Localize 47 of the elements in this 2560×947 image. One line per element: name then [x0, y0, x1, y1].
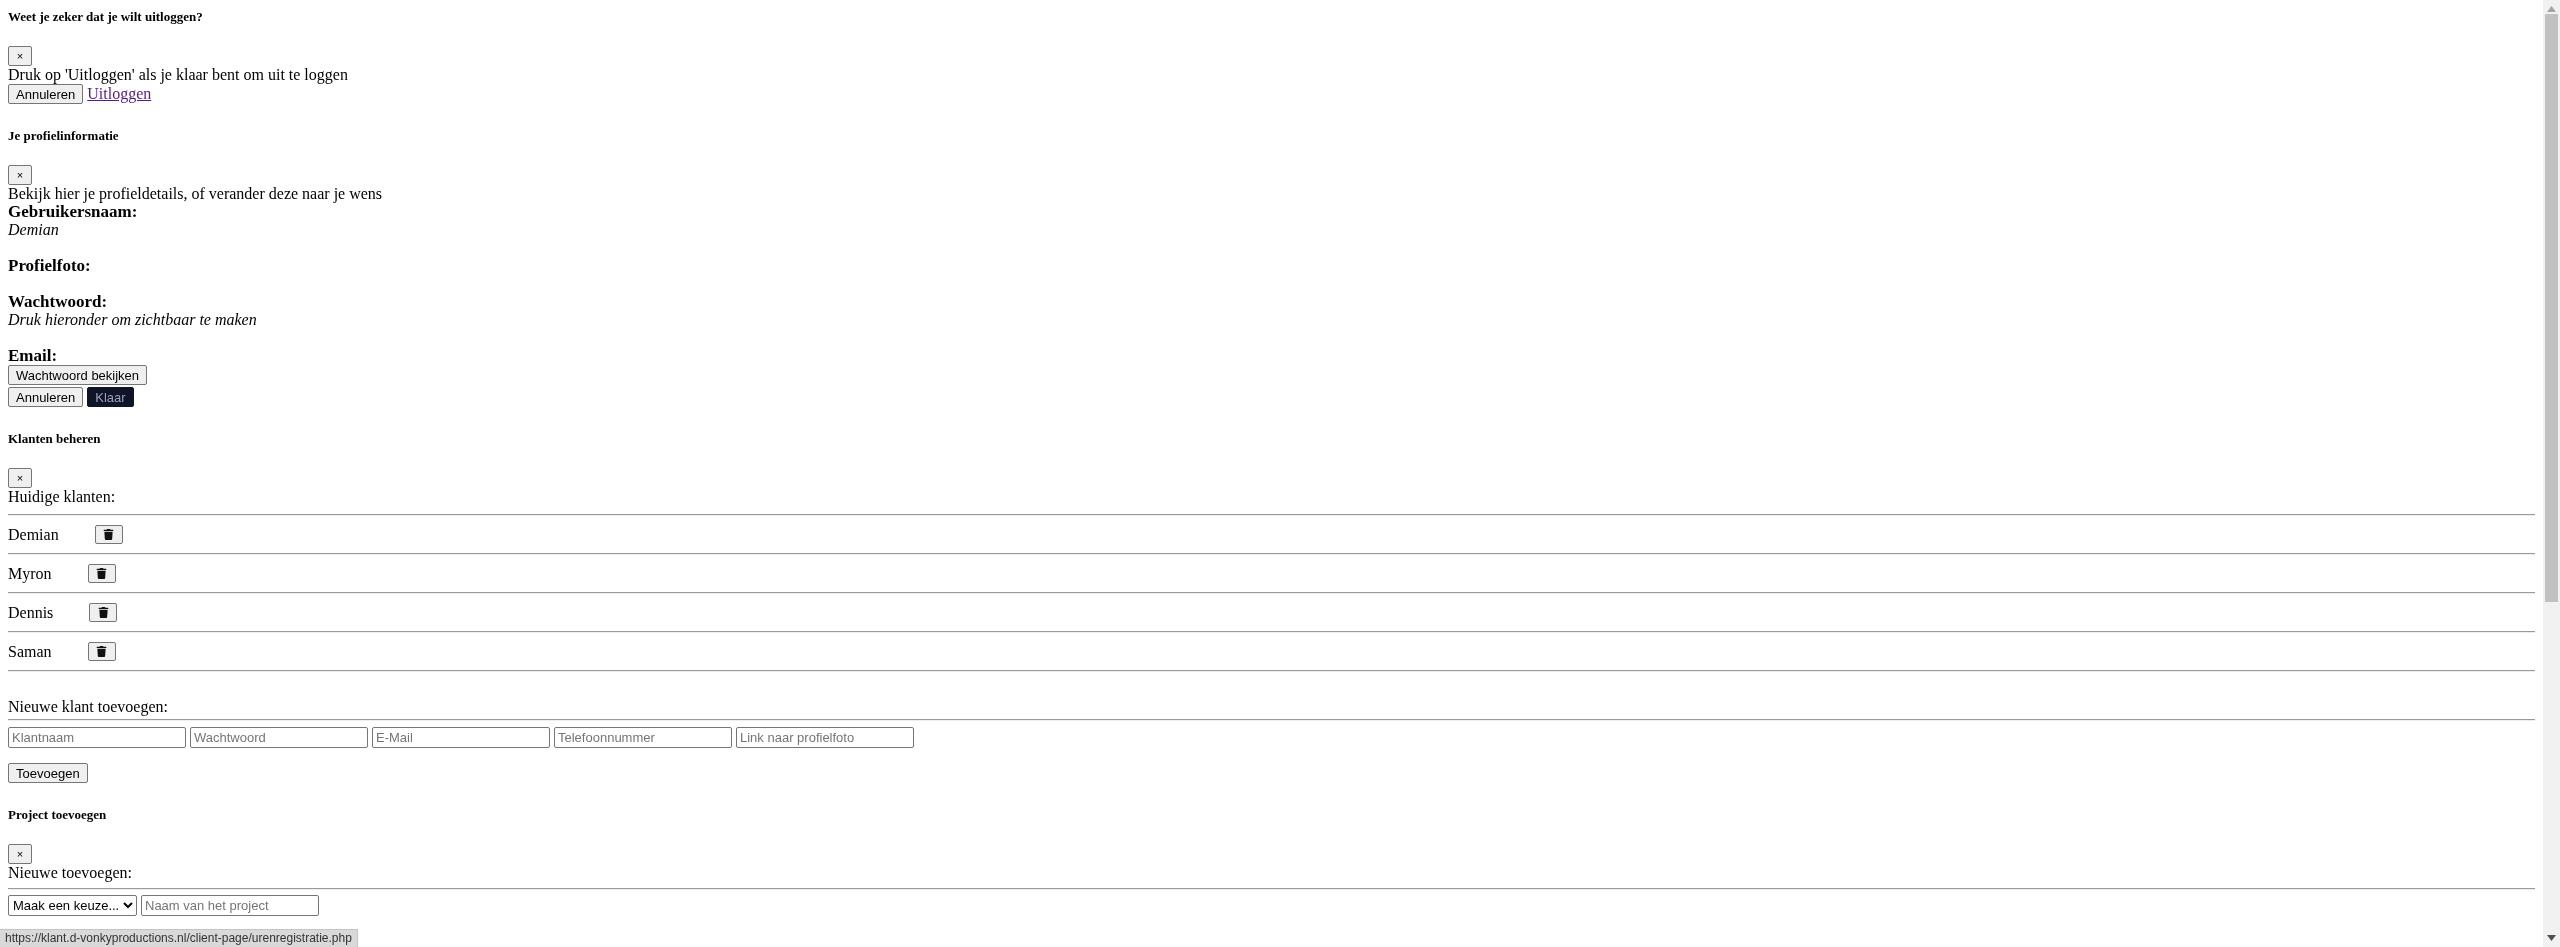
delete-button[interactable]: [94, 525, 123, 544]
scroll-thumb[interactable]: [2545, 14, 2558, 602]
dialog-message: Bekijk hier je profieldetails, of verander deze naar je wens: [8, 185, 383, 203]
input-field[interactable]: Telefoonnummer: [554, 727, 732, 748]
dialog-title: Project toevoegen: [8, 807, 107, 822]
trash-icon: [97, 607, 109, 618]
input-field[interactable]: Klantnaam: [8, 727, 186, 748]
field-label: Email:: [8, 347, 58, 365]
section-heading: Huidige klanten:: [8, 488, 116, 506]
close-button[interactable]: ×: [8, 844, 32, 864]
input-field[interactable]: Naam van het project: [141, 895, 319, 916]
done-button[interactable]: Klaar: [87, 387, 134, 407]
field-label: Gebruikersnaam:: [8, 203, 138, 221]
input-field[interactable]: Wachtwoord: [190, 727, 368, 748]
delete-button[interactable]: [87, 564, 116, 583]
trash-icon: [103, 529, 115, 540]
close-button[interactable]: ×: [8, 468, 32, 488]
field-label: Wachtwoord:: [8, 293, 108, 311]
client-name: Saman: [8, 642, 52, 661]
field-value: Demian: [8, 221, 59, 239]
dialog-title: Je profielinformatie: [8, 128, 119, 143]
logout-link[interactable]: Uitloggen: [87, 85, 152, 103]
reveal-password-button[interactable]: Wachtwoord bekijken: [8, 365, 148, 385]
close-button[interactable]: ×: [8, 165, 32, 185]
scroll-down-icon[interactable]: [2547, 935, 2556, 941]
client-name: Dennis: [8, 603, 54, 622]
field-value: Druk hieronder om zichtbaar te maken: [8, 311, 257, 329]
input-field[interactable]: E-Mail: [372, 727, 550, 748]
delete-button[interactable]: [89, 603, 118, 622]
client-name: Demian: [8, 525, 59, 544]
dialog-title: Klanten beheren: [8, 431, 101, 446]
dialog-message: Druk op 'Uitloggen' als je klaar bent om uit te loggen: [8, 66, 348, 84]
status-url: https://klant.d-vonkyproductions.nl/client-page/urenregistratie.php: [0, 929, 358, 947]
close-button[interactable]: ×: [8, 46, 32, 66]
cancel-button[interactable]: Annuleren: [8, 84, 84, 104]
trash-icon: [96, 568, 108, 579]
delete-button[interactable]: [87, 642, 116, 661]
cancel-button[interactable]: Annuleren: [8, 387, 84, 407]
dialog-title: Weet je zeker dat je wilt uitloggen?: [8, 9, 203, 24]
project-select[interactable]: Maak een keuze...: [8, 895, 137, 916]
section-heading: Nieuwe klant toevoegen:: [8, 698, 168, 716]
field-label: Profielfoto:: [8, 257, 91, 275]
client-name: Myron: [8, 564, 52, 583]
add-button[interactable]: Toevoegen: [8, 763, 88, 783]
input-field[interactable]: Link naar profielfoto: [736, 727, 914, 748]
trash-icon: [96, 646, 108, 657]
section-heading: Nieuwe toevoegen:: [8, 864, 132, 882]
